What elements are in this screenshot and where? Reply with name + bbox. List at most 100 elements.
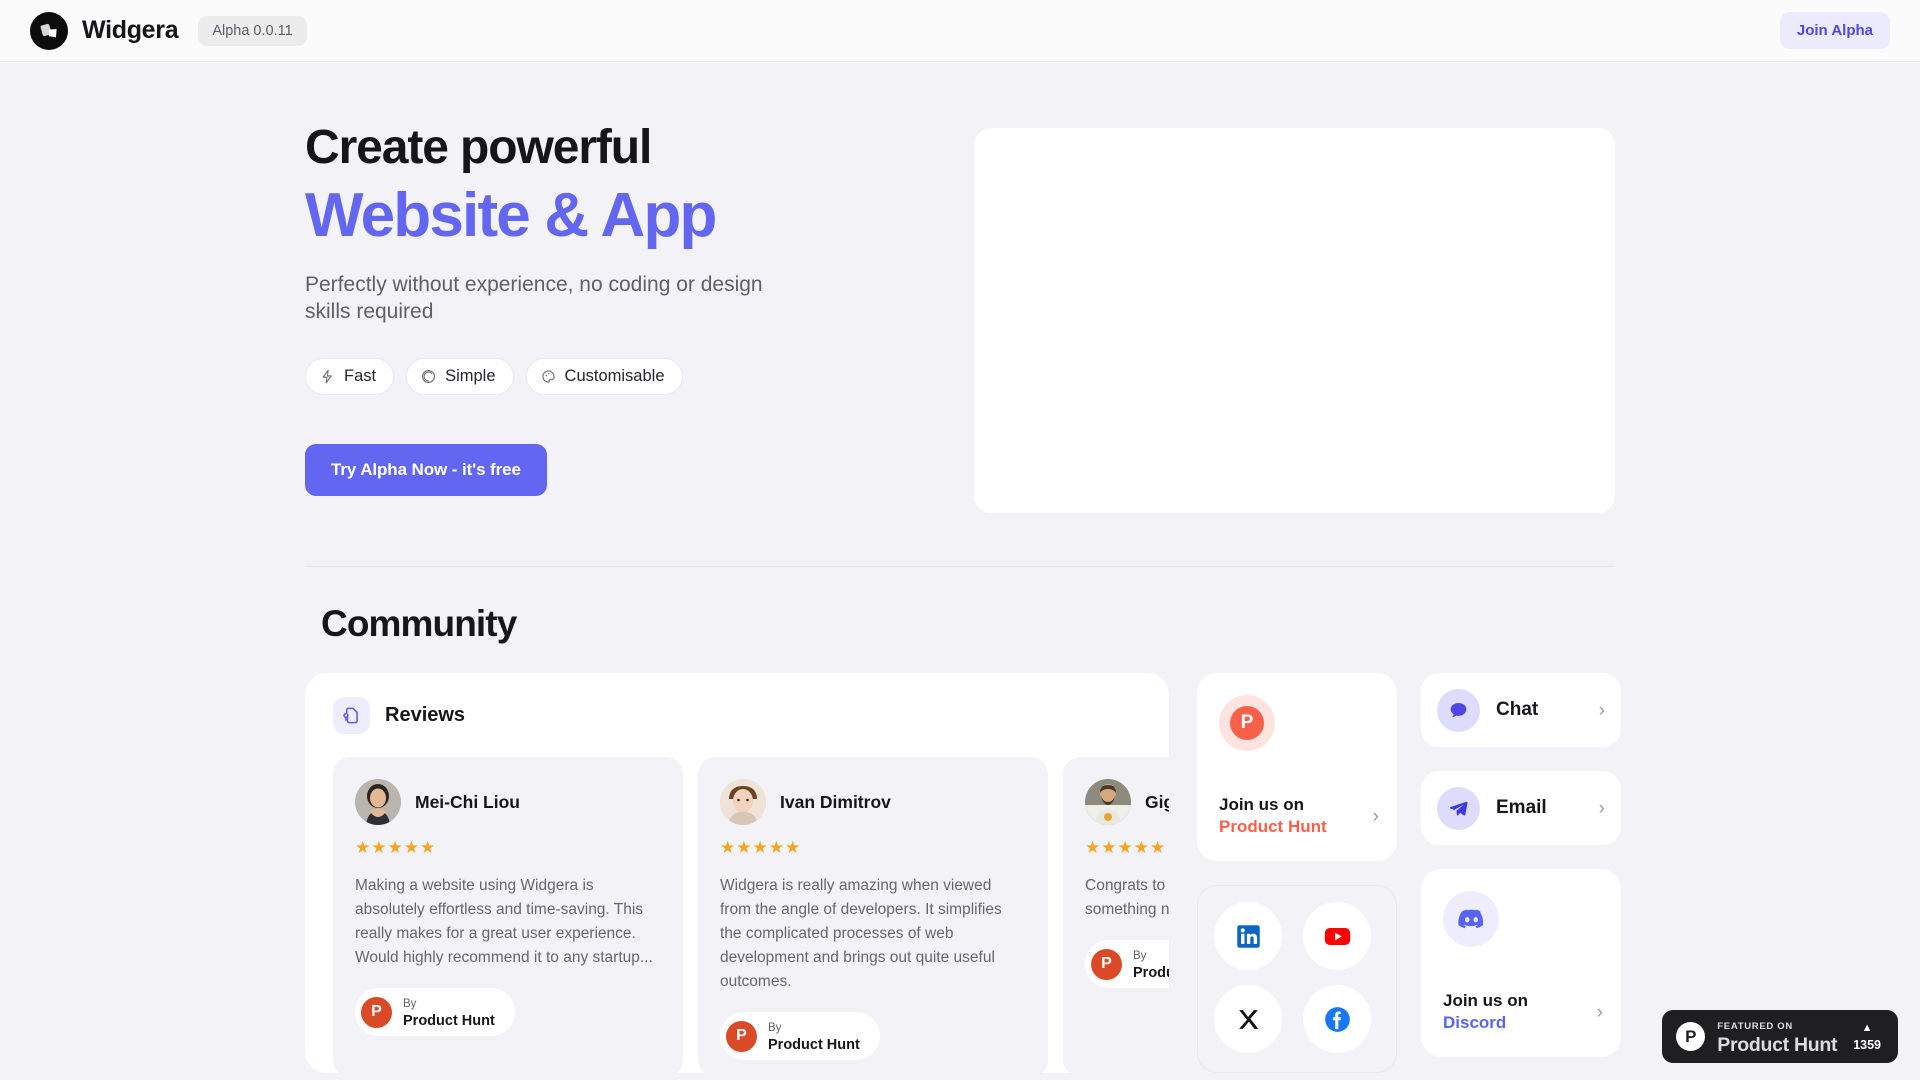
content-container: Create powerful Website & App Perfectly …: [305, 62, 1621, 1073]
widgera-logo-icon: [30, 11, 68, 50]
review-source-name: Product Hunt: [403, 1013, 495, 1030]
review-stars: ★★★★★: [1085, 838, 1167, 857]
review-author-name: Ivan Dimitrov: [780, 791, 891, 812]
hero-preview-card: [974, 128, 1615, 513]
feature-pill-row: Fast Simple Customisable: [305, 358, 905, 396]
product-hunt-mark: P: [1230, 706, 1264, 740]
reviews-panel-title: Reviews: [385, 704, 466, 726]
review-source-by: By: [1133, 950, 1147, 963]
review-author-name: Gig: [1145, 791, 1169, 812]
review-source-by: By: [403, 998, 417, 1011]
reviews-header: Reviews: [333, 697, 1169, 734]
feature-pill-customisable-label: Customisable: [564, 367, 665, 386]
target-circle-icon: [421, 369, 436, 384]
hero-subtitle: Perfectly without experience, no coding …: [305, 272, 763, 324]
page-body: Create powerful Website & App Perfectly …: [0, 62, 1920, 1080]
product-hunt-badge-featured: FEATURED ON: [1717, 1021, 1793, 1033]
reviews-carousel[interactable]: Mei-Chi Liou ★★★★★ Making a website usin…: [333, 757, 1169, 1073]
hero-section: Create powerful Website & App Perfectly …: [305, 62, 1615, 513]
section-divider: [305, 566, 1615, 567]
join-alpha-button[interactable]: Join Alpha: [1779, 12, 1890, 49]
chat-bubble-icon: [1437, 688, 1480, 732]
review-source-badge[interactable]: P By Product Hunt: [355, 988, 515, 1037]
version-badge: Alpha 0.0.11: [198, 15, 307, 46]
facebook-icon[interactable]: [1303, 985, 1371, 1053]
feature-pill-simple-label: Simple: [445, 367, 496, 386]
review-text: Congrats to exciting laun super easy t s…: [1085, 877, 1169, 919]
product-hunt-badge-name: Product Hunt: [1717, 1034, 1838, 1057]
product-hunt-icon: P: [726, 1020, 757, 1052]
product-hunt-card-footer: Join us on Product Hunt ›: [1219, 794, 1379, 839]
review-source-badge[interactable]: P By Produ: [1085, 940, 1169, 989]
discord-card-text: Join us on Discord: [1443, 990, 1528, 1035]
feature-pill-simple[interactable]: Simple: [406, 358, 514, 396]
discord-icon: [1443, 891, 1499, 947]
linkedin-icon[interactable]: [1214, 902, 1282, 970]
social-links-card: [1197, 885, 1397, 1073]
feature-pill-fast[interactable]: Fast: [305, 358, 395, 396]
review-source-by: By: [768, 1022, 782, 1035]
review-card: Ivan Dimitrov ★★★★★ Widgera is really am…: [698, 757, 1048, 1073]
avatar-bearded-man-icon: [1085, 779, 1131, 825]
chat-link-label: Chat: [1496, 699, 1539, 720]
review-stars: ★★★★★: [355, 838, 437, 857]
x-twitter-icon[interactable]: [1214, 985, 1282, 1053]
product-hunt-card-line1: Join us on: [1219, 794, 1304, 814]
hero-media: [965, 120, 1615, 513]
avatar-woman-icon: [355, 779, 401, 825]
product-hunt-badge-votes: ▲ 1359: [1853, 1018, 1881, 1055]
product-hunt-featured-badge[interactable]: P FEATURED ON Product Hunt ▲ 1359: [1662, 1010, 1898, 1063]
rail-column-left: P Join us on Product Hunt ›: [1197, 673, 1397, 1073]
app-header: Widgera Alpha 0.0.11 Join Alpha: [0, 0, 1920, 62]
feature-pill-fast-label: Fast: [344, 367, 377, 386]
product-hunt-badge-count: 1359: [1853, 1038, 1881, 1053]
email-link-label: Email: [1496, 797, 1547, 818]
try-alpha-button[interactable]: Try Alpha Now - it's free: [305, 444, 547, 497]
product-hunt-card-line2: Product Hunt: [1219, 817, 1327, 837]
discord-card[interactable]: Join us on Discord ›: [1421, 869, 1621, 1057]
chevron-right-icon: ›: [1596, 1001, 1603, 1023]
review-source-text: By Produ: [1133, 946, 1169, 982]
review-source-name: Product Hunt: [768, 1037, 860, 1054]
hero-title-line1: Create powerful: [305, 121, 652, 174]
chevron-right-icon: ›: [1598, 797, 1605, 819]
product-hunt-card-text: Join us on Product Hunt: [1219, 794, 1327, 839]
community-rail: P Join us on Product Hunt › Chat › Email…: [1197, 673, 1621, 1073]
email-link-card[interactable]: Email ›: [1421, 771, 1621, 845]
reviews-document-icon: [333, 697, 370, 734]
review-card: Gig ★★★★★ Congrats to exciting laun supe…: [1063, 757, 1169, 1073]
discord-card-line2: Discord: [1443, 1013, 1507, 1033]
product-hunt-icon: P: [1091, 948, 1122, 980]
review-stars: ★★★★★: [720, 838, 802, 857]
review-author: Gig: [1085, 779, 1169, 825]
brand-name: Widgera: [82, 16, 179, 44]
review-author: Ivan Dimitrov: [720, 779, 1026, 825]
lightning-bolt-icon: [320, 369, 335, 384]
review-source-text: By Product Hunt: [403, 994, 495, 1030]
hero-copy: Create powerful Website & App Perfectly …: [305, 120, 905, 513]
chat-link-card[interactable]: Chat ›: [1421, 673, 1621, 747]
product-hunt-badge-text: FEATURED ON Product Hunt: [1717, 1016, 1837, 1056]
product-hunt-icon: P: [1219, 695, 1275, 751]
review-source-text: By Product Hunt: [768, 1018, 860, 1054]
youtube-icon[interactable]: [1303, 902, 1371, 970]
review-text: Widgera is really amazing when viewed fr…: [720, 877, 1002, 991]
brand[interactable]: Widgera: [30, 11, 179, 50]
chevron-right-icon: ›: [1372, 805, 1379, 827]
review-source-name: Produ: [1133, 965, 1169, 982]
product-hunt-icon: P: [361, 996, 392, 1028]
rail-column-right: Chat › Email › Join us on Discord ›: [1421, 673, 1621, 1073]
feature-pill-customisable[interactable]: Customisable: [525, 358, 683, 396]
review-author-name: Mei-Chi Liou: [415, 791, 520, 812]
product-hunt-card[interactable]: P Join us on Product Hunt ›: [1197, 673, 1397, 861]
review-card: Mei-Chi Liou ★★★★★ Making a website usin…: [333, 757, 683, 1073]
discord-card-line1: Join us on: [1443, 990, 1528, 1010]
hero-title-line2: Website & App: [305, 181, 717, 251]
community-title: Community: [321, 603, 517, 644]
review-author: Mei-Chi Liou: [355, 779, 661, 825]
product-hunt-icon: P: [1676, 1022, 1706, 1051]
review-source-badge[interactable]: P By Product Hunt: [720, 1012, 880, 1061]
reviews-panel: Reviews Mei-Chi Liou ★★★★★ Making a webs…: [305, 673, 1169, 1073]
review-text: Making a website using Widgera is absolu…: [355, 877, 653, 967]
community-grid: Reviews Mei-Chi Liou ★★★★★ Making a webs…: [305, 673, 1621, 1073]
